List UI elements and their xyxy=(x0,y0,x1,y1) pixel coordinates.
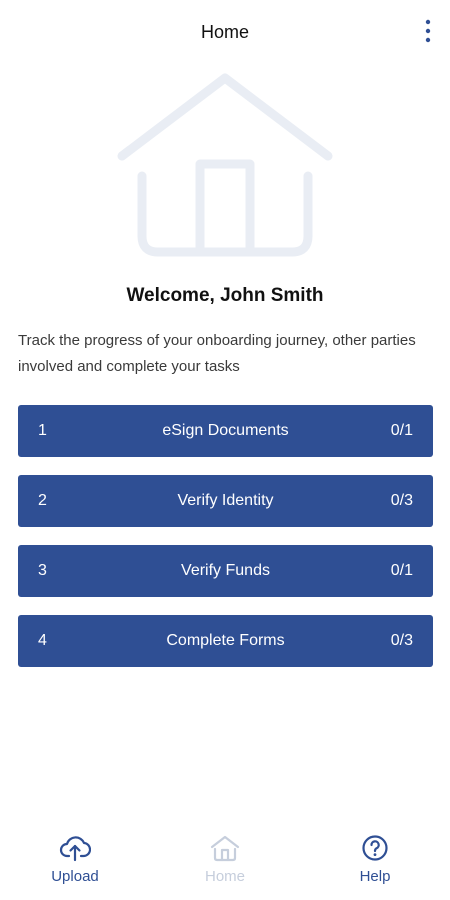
page-title: Home xyxy=(200,22,249,42)
task-verify-identity[interactable]: 2 Verify Identity 0/3 xyxy=(18,475,433,527)
nav-home-label: Home xyxy=(204,868,245,885)
task-label: Complete Forms xyxy=(166,632,285,649)
home-icon xyxy=(210,835,240,862)
more-vertical-icon xyxy=(425,19,431,43)
app-header: Home xyxy=(0,0,450,64)
cloud-upload-icon xyxy=(59,836,91,862)
task-label: Verify Identity xyxy=(177,492,274,509)
nav-help-label: Help xyxy=(359,868,391,885)
help-circle-icon xyxy=(362,835,388,861)
task-progress: 0/3 xyxy=(390,632,413,649)
welcome-heading: Welcome, John Smith xyxy=(126,285,324,306)
task-verify-funds[interactable]: 3 Verify Funds 0/1 xyxy=(18,545,433,597)
bottom-navigation: Upload Home Help xyxy=(0,830,450,900)
house-illustration xyxy=(117,73,333,257)
nav-upload[interactable]: Upload xyxy=(25,830,125,898)
nav-upload-label: Upload xyxy=(51,868,99,885)
task-progress: 0/1 xyxy=(390,562,413,579)
task-esign-documents[interactable]: 1 eSign Documents 0/1 xyxy=(18,405,433,457)
task-label: Verify Funds xyxy=(181,562,270,579)
task-list: 1 eSign Documents 0/1 2 Verify Identity … xyxy=(18,405,433,685)
nav-help[interactable]: Help xyxy=(325,830,425,898)
task-complete-forms[interactable]: 4 Complete Forms 0/3 xyxy=(18,615,433,667)
welcome-description: Track the progress of your onboarding jo… xyxy=(18,332,416,375)
task-progress: 0/3 xyxy=(390,492,413,509)
more-options-button[interactable] xyxy=(420,18,436,44)
nav-home[interactable]: Home xyxy=(175,830,275,898)
task-progress: 0/1 xyxy=(390,422,413,439)
task-label: eSign Documents xyxy=(162,422,289,439)
